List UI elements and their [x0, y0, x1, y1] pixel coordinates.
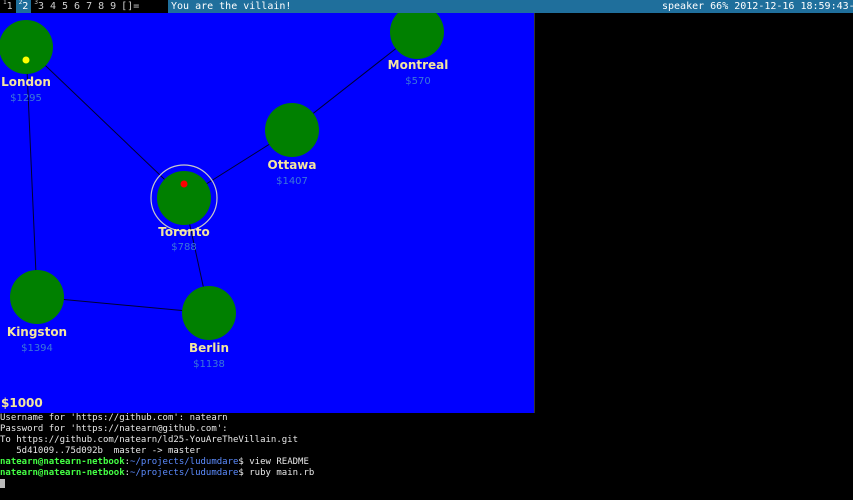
city-price-toronto: $788 — [171, 242, 197, 253]
terminal-line: 5d41009..75d092b master -> master — [0, 446, 201, 456]
player-marker-red — [180, 180, 188, 188]
prompt-path: ~/projects/ludumdare — [130, 468, 239, 478]
terminal-line: Username for 'https://github.com': natea… — [0, 413, 228, 423]
prompt-user: natearn@natearn-netbook — [0, 457, 125, 467]
city-node-montreal[interactable] — [390, 13, 444, 59]
city-name-berlin: Berlin — [189, 341, 229, 355]
city-node-berlin[interactable] — [182, 286, 236, 340]
terminal-cursor — [0, 479, 5, 488]
terminal-line: Password for 'https://natearn@github.com… — [0, 424, 228, 434]
prompt-user: natearn@natearn-netbook — [0, 468, 125, 478]
city-name-toronto: Toronto — [158, 225, 210, 239]
workspace-4[interactable]: 4 — [47, 0, 59, 13]
status-bar: 11 22 33 4 5 6 7 8 9 []= You are the villain! spe… — [0, 0, 853, 13]
workspace-3[interactable]: 33 — [31, 0, 47, 13]
city-price-kingston: $1394 — [21, 343, 53, 354]
workspace-5[interactable]: 5 — [59, 0, 71, 13]
workspace-list: 11 22 33 4 5 6 7 8 9 []= — [0, 0, 141, 13]
workspace-1[interactable]: 11 — [0, 0, 16, 13]
route-lines — [25, 31, 418, 314]
city-price-montreal: $570 — [405, 76, 431, 87]
window-border — [534, 13, 535, 413]
workspace-2[interactable]: 22 — [15, 0, 32, 13]
prompt-command: $ view README — [238, 457, 309, 467]
terminal[interactable]: Username for 'https://github.com': natea… — [0, 413, 534, 500]
workspace-6[interactable]: 6 — [71, 0, 83, 13]
terminal-prompt-line: natearn@natearn-netbook:~/projects/ludum… — [0, 468, 315, 478]
workspace-8[interactable]: 8 — [95, 0, 107, 13]
player-marker-yellow — [22, 56, 30, 64]
city-node-toronto[interactable] — [157, 171, 211, 225]
workspace-7[interactable]: 7 — [83, 0, 95, 13]
layout-indicator[interactable]: []= — [119, 0, 141, 13]
terminal-prompt-line: natearn@natearn-netbook:~/projects/ludum… — [0, 457, 309, 467]
city-price-berlin: $1138 — [193, 359, 225, 370]
city-price-ottawa: $1407 — [276, 176, 308, 187]
city-name-ottawa: Ottawa — [267, 158, 317, 172]
city-name-london: London — [1, 75, 51, 89]
city-node-kingston[interactable] — [10, 270, 64, 324]
prompt-path: ~/projects/ludumdare — [130, 457, 239, 467]
terminal-line: To https://github.com/natearn/ld25-YouAr… — [0, 435, 299, 445]
prompt-command: $ ruby main.rb — [238, 468, 315, 478]
player-money: $1000 — [1, 396, 43, 410]
city-node-london[interactable] — [0, 20, 53, 74]
game-map — [0, 13, 444, 340]
city-name-kingston: Kingston — [6, 325, 68, 339]
city-name-montreal: Montreal — [387, 58, 449, 72]
city-node-ottawa[interactable] — [265, 103, 319, 157]
workspace-9[interactable]: 9 — [107, 0, 119, 13]
terminal-cursor-line — [0, 479, 534, 490]
window-title: You are the villain! — [168, 0, 658, 13]
system-status: speaker 66% 2012-12-16 18:59:43-05:00 — [658, 0, 853, 13]
city-price-london: $1295 — [10, 93, 42, 104]
game-window[interactable]: London $1295 Montreal $570 Ottawa $1407 … — [0, 13, 534, 413]
